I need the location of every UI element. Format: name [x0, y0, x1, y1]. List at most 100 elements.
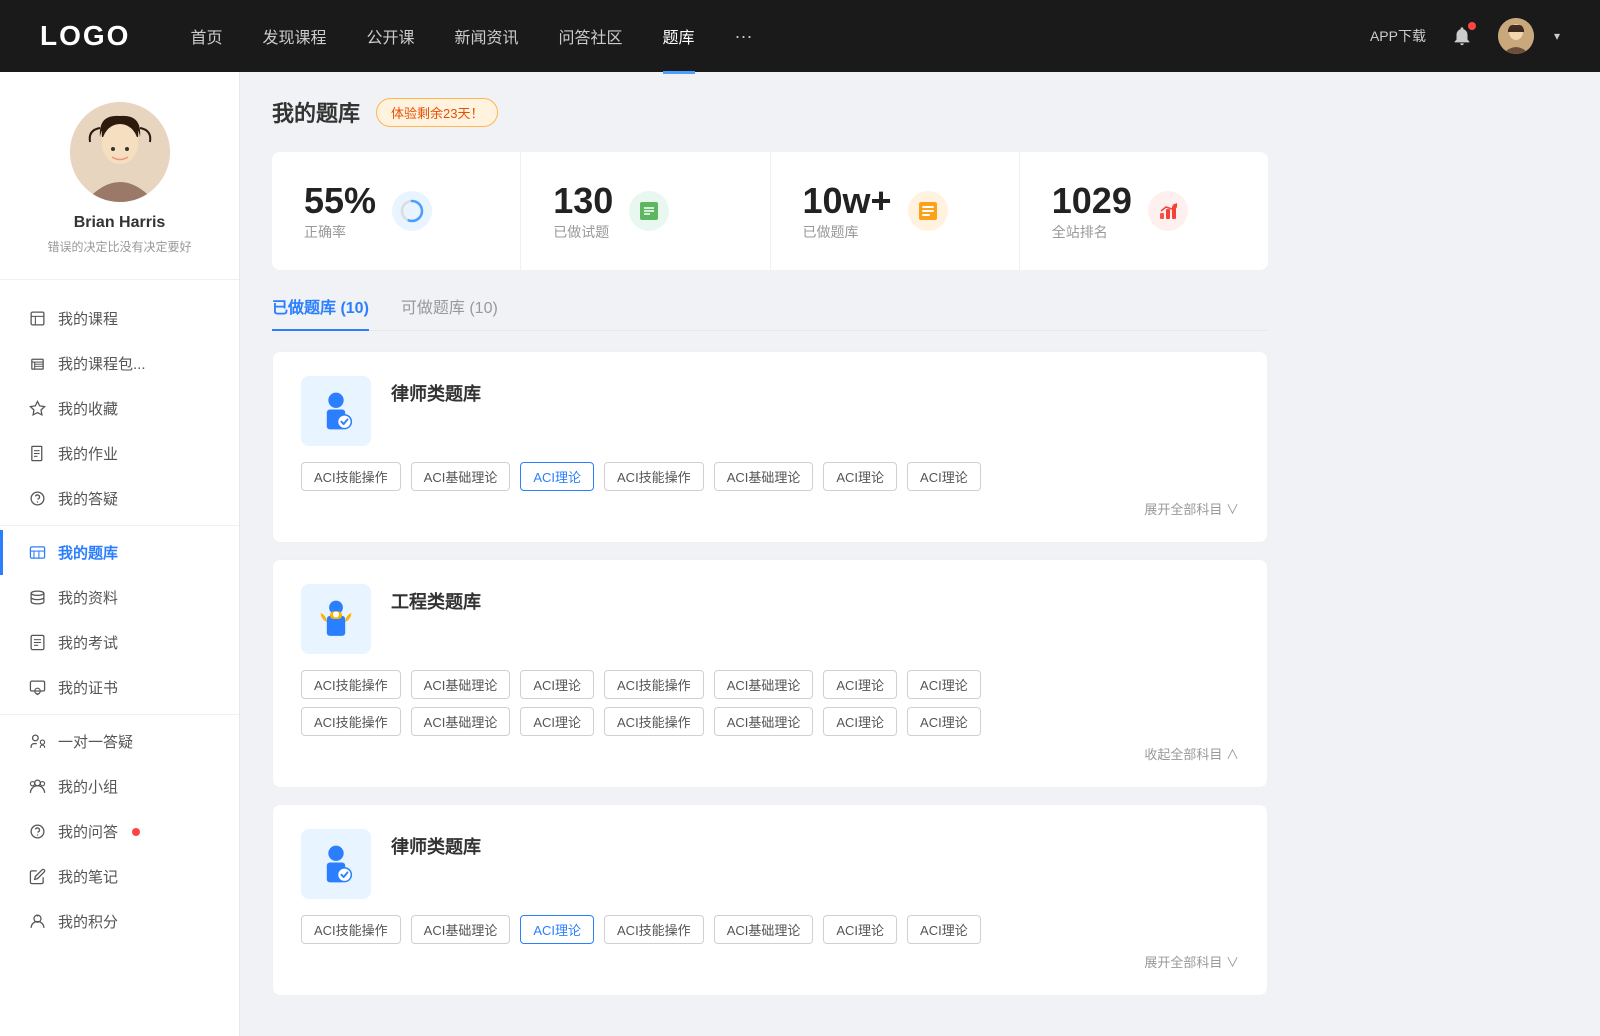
page-header: 我的题库 体验剩余23天！: [272, 96, 1268, 128]
homework-icon: [28, 445, 46, 463]
tag-item[interactable]: ACI基础理论: [714, 670, 814, 699]
oneone-icon: [28, 733, 46, 751]
tag-item[interactable]: ACI理论: [823, 670, 897, 699]
sidebar-item-label: 我的小组: [58, 776, 118, 797]
nav-home[interactable]: 首页: [190, 24, 222, 48]
user-avatar[interactable]: [1498, 18, 1534, 54]
exam-icon: [28, 634, 46, 652]
sidebar-item-one-on-one[interactable]: 一对一答疑: [0, 719, 239, 764]
qbank-header-lawyer-2: 律师类题库: [301, 829, 1239, 899]
tags-row-engineer-1: ACI技能操作 ACI基础理论 ACI理论 ACI技能操作 ACI基础理论 AC…: [301, 670, 1239, 699]
tabs-row: 已做题库 (10) 可做题库 (10): [272, 294, 1268, 331]
tag-item[interactable]: ACI技能操作: [604, 707, 704, 736]
sidebar-item-my-data[interactable]: 我的资料: [0, 575, 239, 620]
sidebar-item-label: 一对一答疑: [58, 731, 133, 752]
tag-item[interactable]: ACI技能操作: [301, 670, 401, 699]
expand-link-lawyer-1[interactable]: 展开全部科目 ∨: [301, 499, 1239, 518]
nav-qa[interactable]: 问答社区: [559, 24, 623, 48]
tag-item[interactable]: ACI理论: [823, 707, 897, 736]
sidebar-item-label: 我的题库: [58, 542, 118, 563]
collapse-link-engineer[interactable]: 收起全部科目 ∧: [301, 744, 1239, 763]
sidebar-item-label: 我的收藏: [58, 398, 118, 419]
sidebar-item-label: 我的证书: [58, 677, 118, 698]
sidebar-item-my-exam[interactable]: 我的考试: [0, 620, 239, 665]
qa-icon: [28, 490, 46, 508]
tag-item[interactable]: ACI理论: [520, 670, 594, 699]
sidebar-item-my-question[interactable]: 我的问答: [0, 809, 239, 854]
sidebar-item-my-note[interactable]: 我的笔记: [0, 854, 239, 899]
tag-item[interactable]: ACI理论: [907, 707, 981, 736]
notification-dot: [1468, 22, 1476, 30]
nav-public[interactable]: 公开课: [366, 24, 414, 48]
stat-value-done: 130: [553, 180, 613, 222]
sidebar-item-my-bank[interactable]: 我的题库: [0, 530, 239, 575]
tag-item[interactable]: ACI技能操作: [301, 915, 401, 944]
tab-done-banks[interactable]: 已做题库 (10): [272, 294, 369, 330]
tag-item[interactable]: ACI理论: [520, 707, 594, 736]
tag-item[interactable]: ACI基础理论: [411, 670, 511, 699]
tag-item[interactable]: ACI基础理论: [411, 707, 511, 736]
qbank-title-lawyer-1: 律师类题库: [391, 376, 481, 406]
stat-value-accuracy: 55%: [304, 180, 376, 222]
expand-link-lawyer-2[interactable]: 展开全部科目 ∨: [301, 952, 1239, 971]
tag-item[interactable]: ACI理论: [907, 670, 981, 699]
sidebar-item-my-favorites[interactable]: 我的收藏: [0, 386, 239, 431]
tag-item[interactable]: ACI基础理论: [411, 462, 511, 491]
page-title: 我的题库: [272, 96, 360, 128]
sidebar-item-my-qa[interactable]: 我的答疑: [0, 476, 239, 521]
stat-value-banks: 10w+: [803, 180, 892, 222]
main-content: 我的题库 体验剩余23天！ 55% 正确率 130: [240, 72, 1300, 1036]
qbank-card-lawyer-2: 律师类题库 ACI技能操作 ACI基础理论 ACI理论 ACI技能操作 ACI基…: [272, 804, 1268, 996]
tag-item[interactable]: ACI技能操作: [301, 707, 401, 736]
tag-item[interactable]: ACI技能操作: [604, 462, 704, 491]
nav-courses[interactable]: 发现课程: [262, 24, 326, 48]
done-banks-icon: [908, 191, 948, 231]
cert-icon: [28, 679, 46, 697]
tag-item[interactable]: ACI基础理论: [411, 915, 511, 944]
tag-item[interactable]: ACI理论: [907, 462, 981, 491]
tab-available-banks[interactable]: 可做题库 (10): [401, 294, 498, 330]
sidebar-item-my-group[interactable]: 我的小组: [0, 764, 239, 809]
sidebar-item-my-score[interactable]: 我的积分: [0, 899, 239, 944]
stat-label-rank: 全站排名: [1052, 224, 1108, 240]
sidebar-divider-2: [0, 714, 239, 715]
tag-item[interactable]: ACI理论: [907, 915, 981, 944]
sidebar-item-my-cert[interactable]: 我的证书: [0, 665, 239, 710]
user-name: Brian Harris: [20, 214, 219, 232]
sidebar-item-label: 我的积分: [58, 911, 118, 932]
sidebar-item-label: 我的课程包...: [58, 353, 146, 374]
accuracy-icon: [392, 191, 432, 231]
tag-item[interactable]: ACI基础理论: [714, 915, 814, 944]
nav-bank[interactable]: 题库: [663, 24, 695, 48]
tag-item[interactable]: ACI技能操作: [604, 670, 704, 699]
stat-label-accuracy: 正确率: [304, 224, 346, 240]
nav-more[interactable]: ···: [735, 26, 753, 47]
tag-item[interactable]: ACI基础理论: [714, 462, 814, 491]
nav-news[interactable]: 新闻资讯: [455, 24, 519, 48]
sidebar-item-label: 我的考试: [58, 632, 118, 653]
sidebar-item-my-homework[interactable]: 我的作业: [0, 431, 239, 476]
tag-item-active[interactable]: ACI理论: [520, 915, 594, 944]
stat-label-banks: 已做题库: [803, 224, 859, 240]
tag-item[interactable]: ACI基础理论: [714, 707, 814, 736]
qbank-title-engineer: 工程类题库: [391, 584, 481, 614]
tag-item[interactable]: ACI理论: [823, 462, 897, 491]
sidebar-item-my-package[interactable]: 我的课程包...: [0, 341, 239, 386]
notification-bell[interactable]: [1446, 20, 1478, 52]
lawyer-icon-2: [301, 829, 371, 899]
stat-done-questions: 130 已做试题: [521, 152, 770, 270]
engineer-icon: [301, 584, 371, 654]
bank-icon: [28, 544, 46, 562]
tag-item[interactable]: ACI技能操作: [301, 462, 401, 491]
tag-item[interactable]: ACI理论: [823, 915, 897, 944]
app-download-button[interactable]: APP下载: [1370, 26, 1426, 46]
tags-row-lawyer-1: ACI技能操作 ACI基础理论 ACI理论 ACI技能操作 ACI基础理论 AC…: [301, 462, 1239, 491]
logo[interactable]: LOGO: [40, 20, 130, 52]
tag-item-active[interactable]: ACI理论: [520, 462, 594, 491]
tag-item[interactable]: ACI技能操作: [604, 915, 704, 944]
user-menu-chevron[interactable]: ▾: [1554, 29, 1560, 43]
sidebar-item-my-course[interactable]: 我的课程: [0, 296, 239, 341]
sidebar-item-label: 我的资料: [58, 587, 118, 608]
note-icon: [28, 868, 46, 886]
score-icon: [28, 913, 46, 931]
